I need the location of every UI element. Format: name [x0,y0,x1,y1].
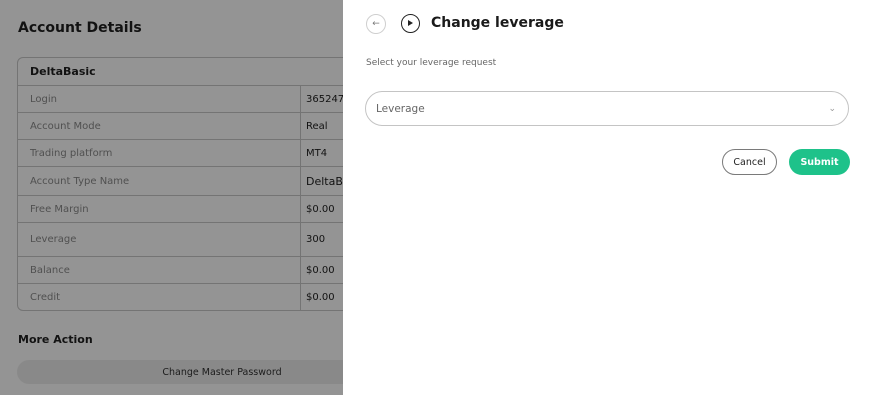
change-leverage-panel: ← Change leverage Select your leverage r… [343,0,870,395]
panel-subtitle: Select your leverage request [366,58,497,68]
chevron-down-icon: ⌄ [828,103,836,114]
submit-button[interactable]: Submit [789,149,850,175]
leverage-select[interactable]: Leverage ⌄ [365,91,849,126]
play-circle-icon [401,14,420,33]
modal-backdrop[interactable] [0,0,343,395]
back-button[interactable]: ← [366,14,386,34]
panel-title: Change leverage [431,15,564,31]
leverage-select-placeholder: Leverage [376,102,425,115]
cancel-button[interactable]: Cancel [722,149,777,175]
arrow-left-icon: ← [372,19,380,29]
